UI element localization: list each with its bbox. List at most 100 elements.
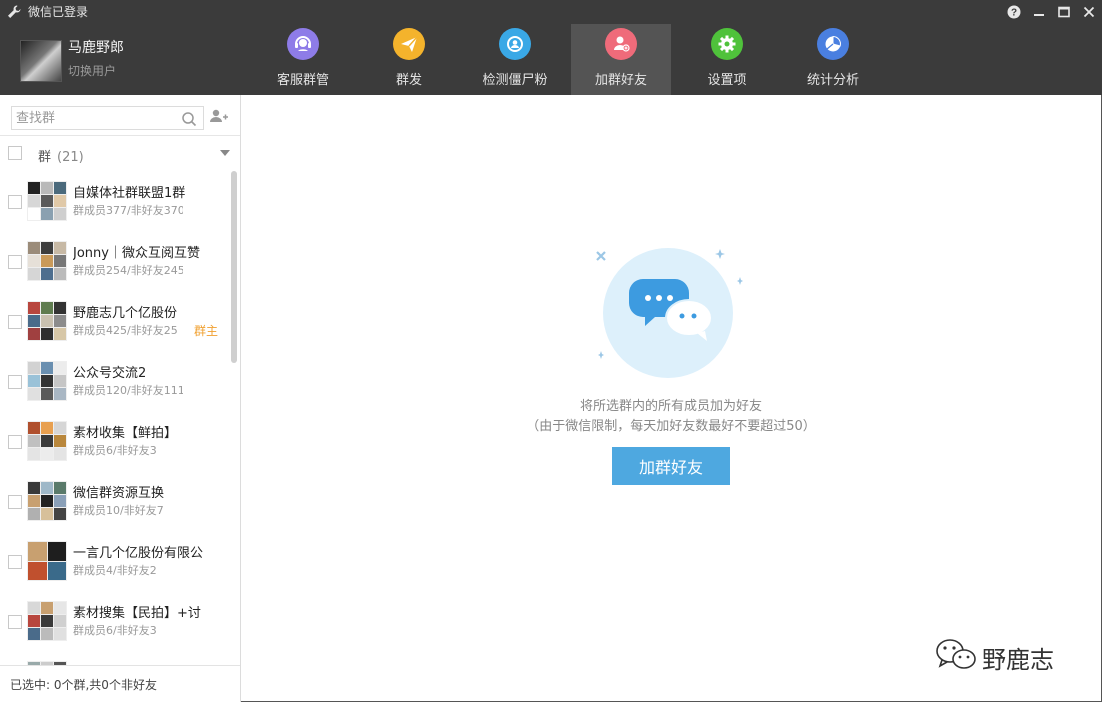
item-checkbox[interactable] xyxy=(8,615,22,629)
group-header-title: 群 (21) xyxy=(38,150,84,165)
maximize-icon xyxy=(1058,6,1070,18)
group-avatar xyxy=(27,241,67,281)
item-checkbox[interactable] xyxy=(8,195,22,209)
nav-customer-service[interactable]: 客服群管 xyxy=(253,24,353,95)
nav-broadcast[interactable]: 群发 xyxy=(359,24,459,95)
send-icon xyxy=(401,36,418,52)
group-avatar xyxy=(27,301,67,341)
list-item[interactable]: 素材搜集【民拍】+讨 群成员6/非好友3 xyxy=(0,591,230,651)
group-stats: 群成员6/非好友3 xyxy=(73,444,157,457)
group-name: 一言几个亿股份有限公 xyxy=(73,546,204,561)
list-item[interactable] xyxy=(0,651,230,665)
detect-icon xyxy=(507,36,523,52)
group-name: 素材搜集【民拍】+讨 xyxy=(73,606,201,621)
item-checkbox[interactable] xyxy=(8,435,22,449)
wrench-icon xyxy=(8,5,21,18)
collapse-caret-icon[interactable] xyxy=(220,150,230,156)
help-button[interactable]: ? xyxy=(1005,3,1023,21)
group-name: 微信群资源互换 xyxy=(73,486,165,501)
group-avatar xyxy=(27,181,67,221)
title-bar: 微信已登录 ? xyxy=(0,0,1102,24)
group-stats: 群成员254/非好友245 xyxy=(73,264,183,277)
nav-detect-zombie[interactable]: 检测僵尸粉 xyxy=(465,24,565,95)
nav-icon-circle xyxy=(393,28,425,60)
nav-icon-circle xyxy=(287,28,319,60)
group-list-header: 群 (21) xyxy=(0,139,240,169)
list-item[interactable]: 自媒体社群联盟1群 群成员377/非好友370 xyxy=(0,171,230,231)
nav-statistics[interactable]: 统计分析 xyxy=(783,24,883,95)
list-item[interactable]: 一言几个亿股份有限公 群成员4/非好友2 xyxy=(0,531,230,591)
group-name: Jonny｜微众互阅互赞 xyxy=(73,246,200,261)
nav-icon-circle xyxy=(711,28,743,60)
scrollbar-thumb[interactable] xyxy=(231,171,237,363)
group-avatar xyxy=(27,601,67,641)
watermark: 野鹿志 xyxy=(934,636,1074,674)
group-list: 自媒体社群联盟1群 群成员377/非好友370 Jonny｜微众互阅互赞 群成员… xyxy=(0,171,240,665)
item-checkbox[interactable] xyxy=(8,375,22,389)
item-checkbox[interactable] xyxy=(8,315,22,329)
group-name: 自媒体社群联盟1群 xyxy=(73,186,186,201)
list-item[interactable]: 素材收集【鲜拍】 群成员6/非好友3 xyxy=(0,411,230,471)
minimize-icon xyxy=(1034,14,1044,16)
group-avatar xyxy=(27,361,67,401)
nav-settings[interactable]: 设置项 xyxy=(677,24,777,95)
nav-icon-circle xyxy=(605,28,637,60)
nav-add-group-friends[interactable]: 加群好友 xyxy=(571,24,671,95)
group-stats: 群成员120/非好友111 xyxy=(73,384,183,397)
avatar[interactable] xyxy=(20,40,62,82)
item-checkbox[interactable] xyxy=(8,555,22,569)
group-stats: 群成员6/非好友3 xyxy=(73,624,157,637)
nav-icon-circle xyxy=(499,28,531,60)
wechat-logo-icon xyxy=(936,639,976,669)
group-stats: 群成员425/非好友25 xyxy=(73,324,178,337)
group-avatar xyxy=(27,541,67,581)
divider xyxy=(0,135,240,136)
username: 马鹿野郎 xyxy=(68,40,124,56)
select-all-checkbox[interactable] xyxy=(8,146,22,160)
list-item[interactable]: 微信群资源互换 群成员10/非好友7 xyxy=(0,471,230,531)
item-checkbox[interactable] xyxy=(8,255,22,269)
add-friend-icon xyxy=(614,36,630,52)
group-stats: 群成员10/非好友7 xyxy=(73,504,164,517)
group-name: 公众号交流2 xyxy=(73,366,147,381)
group-stats: 群成员4/非好友2 xyxy=(73,564,157,577)
nav-label: 客服群管 xyxy=(276,73,329,88)
close-icon xyxy=(1083,6,1095,18)
maximize-button[interactable] xyxy=(1055,3,1073,21)
switch-user-link[interactable]: 切换用户 xyxy=(68,62,116,79)
help-icon: ? xyxy=(1007,5,1021,19)
group-name: 素材收集【鲜拍】 xyxy=(73,426,178,441)
item-checkbox[interactable] xyxy=(8,495,22,509)
search-input[interactable] xyxy=(16,109,176,127)
search-icon[interactable] xyxy=(181,111,197,127)
selection-footer: 已选中: 0个群,共0个非好友 xyxy=(0,665,240,702)
add-group-friends-button[interactable]: 加群好友 xyxy=(612,447,730,485)
svg-text:?: ? xyxy=(1011,8,1017,19)
nav-label: 加群好友 xyxy=(594,73,647,88)
header: 马鹿野郎 切换用户 客服群管 群发 检测僵尸粉 加群好友 设置项 统计分析 xyxy=(0,24,1102,95)
list-item[interactable]: Jonny｜微众互阅互赞 群成员254/非好友245 xyxy=(0,231,230,291)
group-avatar xyxy=(27,421,67,461)
minimize-button[interactable] xyxy=(1030,3,1048,21)
nav-icon-circle xyxy=(817,28,849,60)
main-panel: 将所选群内的所有成员加为好友 （由于微信限制，每天加好友数最好不要超过50） 加… xyxy=(241,95,1102,702)
nav-label: 统计分析 xyxy=(806,73,859,88)
selection-summary: 已选中: 0个群,共0个非好友 xyxy=(10,678,157,692)
group-avatar xyxy=(27,481,67,521)
list-item[interactable]: 野鹿志几个亿股份 群成员425/非好友25 群主 xyxy=(0,291,230,351)
group-name: 野鹿志几个亿股份 xyxy=(73,306,178,321)
chat-bubbles-illustration-icon xyxy=(596,248,743,378)
group-stats: 群成员377/非好友370 xyxy=(73,204,183,217)
instruction-text: 将所选群内的所有成员加为好友 xyxy=(579,399,762,414)
watermark-text: 野鹿志 xyxy=(982,646,1054,674)
nav-label: 设置项 xyxy=(707,73,747,88)
list-scrollbar[interactable] xyxy=(231,171,237,665)
add-user-icon[interactable] xyxy=(209,108,229,124)
nav-label: 群发 xyxy=(395,73,422,88)
search-box xyxy=(11,106,204,130)
owner-badge: 群主 xyxy=(194,324,219,338)
headset-icon xyxy=(295,36,311,51)
close-button[interactable] xyxy=(1080,3,1098,21)
nav-label: 检测僵尸粉 xyxy=(482,73,548,88)
list-item[interactable]: 公众号交流2 群成员120/非好友111 xyxy=(0,351,230,411)
